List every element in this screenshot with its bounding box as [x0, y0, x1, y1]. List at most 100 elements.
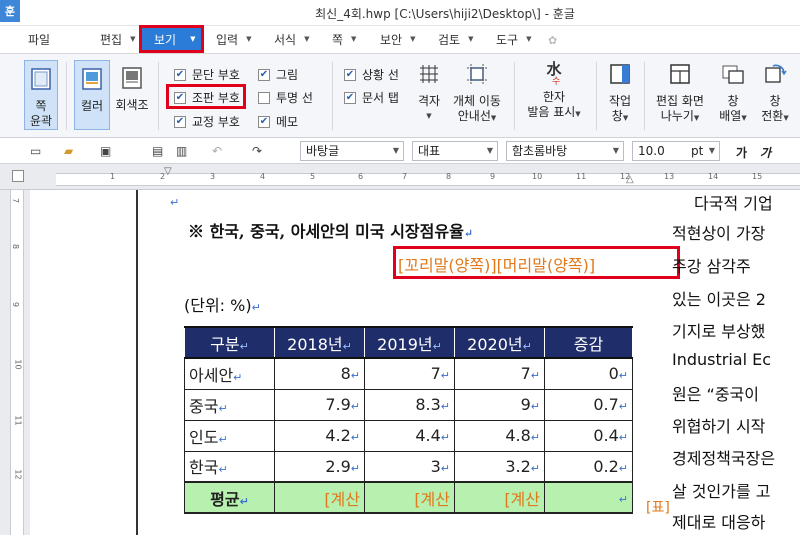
print-icon[interactable]: ▤ [152, 144, 163, 158]
menu-file[interactable]: 파일 [28, 26, 50, 52]
market-share-table[interactable]: 구분↵ 2018년↵ 2019년↵ 2020년↵ 증감 아세안↵ 8↵ 7↵ 7… [184, 326, 633, 514]
status-bar-toggle[interactable]: ✔ 상황 선 [344, 66, 399, 83]
language-select[interactable]: 대표 ▼ [412, 141, 498, 161]
font-size-input[interactable]: 10.0 pt ▼ [632, 141, 720, 161]
body-text-line[interactable]: 기지로 부상했 [672, 318, 765, 342]
indent-marker-icon[interactable]: ▽ [164, 166, 172, 177]
body-text-line[interactable]: 적현상이 가장 [672, 220, 765, 244]
checkbox-checked[interactable]: ✔ [258, 68, 270, 81]
picture-toggle[interactable]: ✔ 그림 [258, 66, 298, 83]
transparent-line-toggle[interactable]: 투명 선 [258, 89, 313, 106]
proof-mark-toggle[interactable]: ✔ 교정 부호 [174, 113, 240, 130]
settings-icon[interactable]: ✿ [548, 34, 560, 47]
vertical-ruler[interactable]: 7 8 9 10 11 12 [0, 190, 30, 535]
table-cell[interactable]: 4.8↵ [454, 419, 545, 452]
table-cell[interactable]: 아세안↵ [184, 357, 275, 390]
table-cell[interactable]: 한국↵ [184, 450, 275, 483]
paragraph-mark-toggle[interactable]: ✔ 문단 부호 [174, 66, 240, 83]
table-cell[interactable]: 0.2↵ [544, 450, 633, 483]
body-text-line[interactable]: 주강 삼각주 [672, 253, 751, 277]
body-text-line[interactable]: 경제정책국장은 [672, 445, 775, 469]
cell-text: 9 [520, 395, 531, 414]
new-document-icon[interactable]: ▭ [30, 144, 41, 158]
table-field-code[interactable]: [표] [646, 497, 670, 517]
window-switch-button[interactable]: 창 전환▼ [756, 62, 794, 130]
right-indent-marker-icon[interactable]: △ [626, 174, 634, 185]
page-outline-button[interactable]: 쪽 윤곽 [24, 60, 58, 130]
open-folder-icon[interactable]: ▰ [64, 144, 73, 158]
work-window-button[interactable]: 작업 창▼ [602, 62, 638, 130]
table-cell[interactable]: 8↵ [274, 357, 365, 390]
redo-icon[interactable]: ↷ [252, 144, 262, 158]
table-cell[interactable]: 인도↵ [184, 419, 275, 452]
memo-toggle[interactable]: ✔ 메모 [258, 113, 298, 130]
body-text-line[interactable]: 원은 “중국이 [672, 381, 759, 405]
table-cell[interactable]: ↵ [544, 481, 633, 514]
table-cell[interactable]: 0↵ [544, 357, 633, 390]
table-cell[interactable]: [계산 [274, 481, 365, 514]
bold-button[interactable]: 가 [736, 144, 747, 161]
object-guide-button[interactable]: 개체 이동 안내선▼ [450, 62, 504, 130]
color-button[interactable]: 컬러 [74, 60, 110, 130]
menu-edit[interactable]: 편집 ▼ [100, 26, 135, 52]
menu-page[interactable]: 쪽 ▼ [332, 26, 356, 52]
body-text-line[interactable]: 있는 이곳은 2 [672, 286, 766, 310]
checkbox-checked[interactable]: ✔ [344, 68, 356, 81]
table-cell[interactable]: 4.2↵ [274, 419, 365, 452]
horizontal-ruler[interactable]: 1 2 3 4 5 6 7 8 9 10 11 12 13 14 15 ▽ △ [0, 164, 800, 190]
table-cell[interactable]: [계산 [454, 481, 545, 514]
body-text-line[interactable]: 살 것인가를 고 [672, 478, 771, 502]
document-heading[interactable]: ※ 한국, 중국, 아세안의 미국 시장점유율↵ [188, 218, 473, 242]
font-select[interactable]: 함초롬바탕 ▼ [506, 141, 624, 161]
language-value: 대표 [418, 144, 441, 158]
table-cell[interactable]: 7.9↵ [274, 388, 365, 421]
body-text-line[interactable]: 위협하기 시작 [672, 413, 765, 437]
doc-tab-toggle[interactable]: ✔ 문서 탭 [344, 89, 399, 106]
ruler-corner-icon[interactable] [12, 170, 24, 182]
table-cell[interactable]: 9↵ [454, 388, 545, 421]
table-cell[interactable]: 8.3↵ [364, 388, 455, 421]
body-text-line[interactable]: 다국적 기업 [672, 190, 773, 214]
table-cell[interactable]: 4.4↵ [364, 419, 455, 452]
preview-icon[interactable]: ▥ [176, 144, 187, 158]
table-cell[interactable]: 중국↵ [184, 388, 275, 421]
style-select[interactable]: 바탕글 ▼ [300, 141, 404, 161]
grayscale-button[interactable]: 회색조 [112, 60, 152, 130]
body-text-line[interactable]: 제대로 대응하 [672, 509, 765, 533]
unit-note[interactable]: (단위: %)↵ [184, 292, 261, 316]
grid-button[interactable]: 격자 ▼ [410, 62, 448, 130]
checkbox-checked[interactable]: ✔ [258, 115, 270, 128]
menu-tools[interactable]: 도구 ▼ [496, 26, 531, 52]
window-arrange-button[interactable]: 창 배열▼ [714, 62, 752, 130]
body-text-line[interactable]: Industrial Ec [672, 350, 771, 369]
table-header-cell[interactable]: 증감 [544, 326, 633, 359]
menu-review[interactable]: 검토 ▼ [438, 26, 473, 52]
table-header-cell[interactable]: 2018년↵ [274, 326, 365, 359]
table-header-cell[interactable]: 2019년↵ [364, 326, 455, 359]
table-cell[interactable]: [계산 [364, 481, 455, 514]
table-cell[interactable]: 2.9↵ [274, 450, 365, 483]
menu-security[interactable]: 보안 ▼ [380, 26, 415, 52]
menu-insert[interactable]: 입력 ▼ [216, 26, 251, 52]
checkbox-checked[interactable]: ✔ [344, 91, 356, 104]
italic-button[interactable]: 가 [760, 144, 771, 161]
menu-format[interactable]: 서식 ▼ [274, 26, 309, 52]
table-cell[interactable]: 7↵ [364, 357, 455, 390]
table-cell[interactable]: 3↵ [364, 450, 455, 483]
menu-view[interactable]: 보기 ▼ [138, 25, 205, 53]
checkbox-checked[interactable]: ✔ [174, 68, 186, 81]
split-screen-button[interactable]: 편집 화면 나누기▼ [650, 62, 710, 130]
checkbox-unchecked[interactable] [258, 91, 270, 104]
table-cell[interactable]: 0.4↵ [544, 419, 633, 452]
table-header-cell[interactable]: 2020년↵ [454, 326, 545, 359]
checkbox-checked[interactable]: ✔ [174, 115, 186, 128]
table-cell[interactable]: 0.7↵ [544, 388, 633, 421]
table-cell[interactable]: 평균↵ [184, 481, 275, 514]
table-cell[interactable]: 7↵ [454, 357, 545, 390]
undo-icon[interactable]: ↶ [212, 144, 222, 158]
hanja-pronunciation-button[interactable]: 水 수 한자 발음 표시▼ [524, 62, 584, 130]
table-header-cell[interactable]: 구분↵ [184, 326, 275, 359]
save-icon[interactable]: ▣ [100, 144, 111, 158]
table-cell[interactable]: 3.2↵ [454, 450, 545, 483]
chevron-down-icon: ▼ [190, 35, 196, 43]
